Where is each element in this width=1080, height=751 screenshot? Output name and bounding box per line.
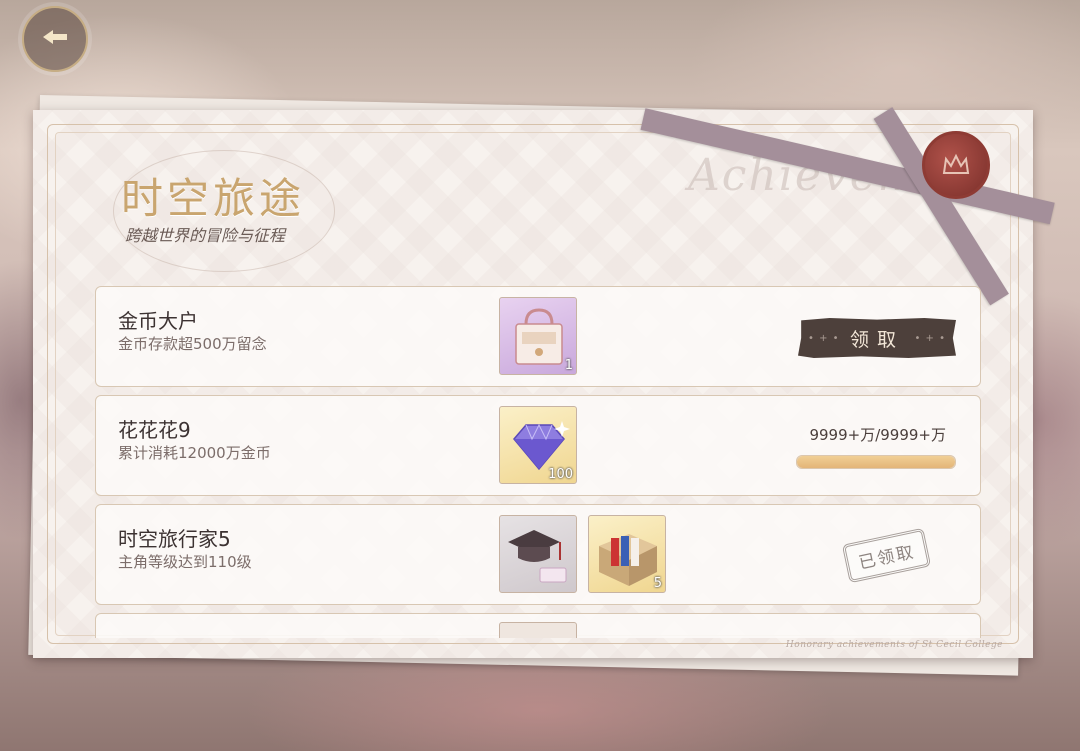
achievement-desc: 金币存款超500万留念 (118, 335, 267, 353)
achievement-card: Achieveme 时空旅途 跨越世界的冒险与征程 金币大户 金币存款超500万… (33, 107, 1055, 658)
achievement-row (95, 613, 981, 638)
progress-text: 9999+万/9999+万 (809, 426, 946, 444)
wax-seal-icon (922, 131, 990, 199)
achievement-name: 花花花9 (118, 418, 191, 442)
back-arrow-icon (41, 27, 69, 52)
reward-item[interactable] (499, 515, 577, 593)
page-title: 时空旅途 (121, 174, 306, 223)
achievement-name: 时空旅行家5 (118, 527, 231, 551)
page-subtitle: 跨越世界的冒险与征程 (125, 226, 286, 245)
progress-bar (796, 455, 956, 469)
back-button[interactable] (22, 6, 88, 72)
achievement-row: 金币大户 金币存款超500万留念 1 • + • 领取 • + • (95, 286, 981, 387)
claimed-stamp-label: 已领取 (841, 527, 931, 583)
achievement-desc: 主角等级达到110级 (118, 553, 252, 571)
reward-item[interactable]: 5 (588, 515, 666, 593)
achievement-desc: 累计消耗12000万金币 (118, 444, 271, 462)
reward-count: 1 (564, 358, 573, 373)
achievement-list[interactable]: 金币大户 金币存款超500万留念 1 • + • 领取 • + • 花花花9 累… (95, 286, 981, 638)
reward-count: 100 (548, 467, 573, 482)
claim-button[interactable]: • + • 领取 • + • (798, 318, 956, 358)
progress-fill (797, 456, 955, 468)
achievement-row: 时空旅行家5 主角等级达到110级 5 已领取 (95, 504, 981, 605)
achievement-row: 花花花9 累计消耗12000万金币 100 9999+万/9999+万 (95, 395, 981, 496)
reward-item[interactable] (499, 622, 577, 638)
graduation-cap-icon (500, 530, 576, 592)
achievement-name: 金币大户 (118, 309, 198, 333)
reward-count: 5 (653, 576, 662, 591)
reward-item[interactable]: 1 (499, 297, 577, 375)
reward-item[interactable]: 100 (499, 406, 577, 484)
claimed-stamp: 已领取 (836, 519, 936, 591)
claim-button-label: 领取 (849, 328, 904, 351)
card-footer: Honorary achievements of St Cecil Colleg… (785, 640, 1003, 650)
